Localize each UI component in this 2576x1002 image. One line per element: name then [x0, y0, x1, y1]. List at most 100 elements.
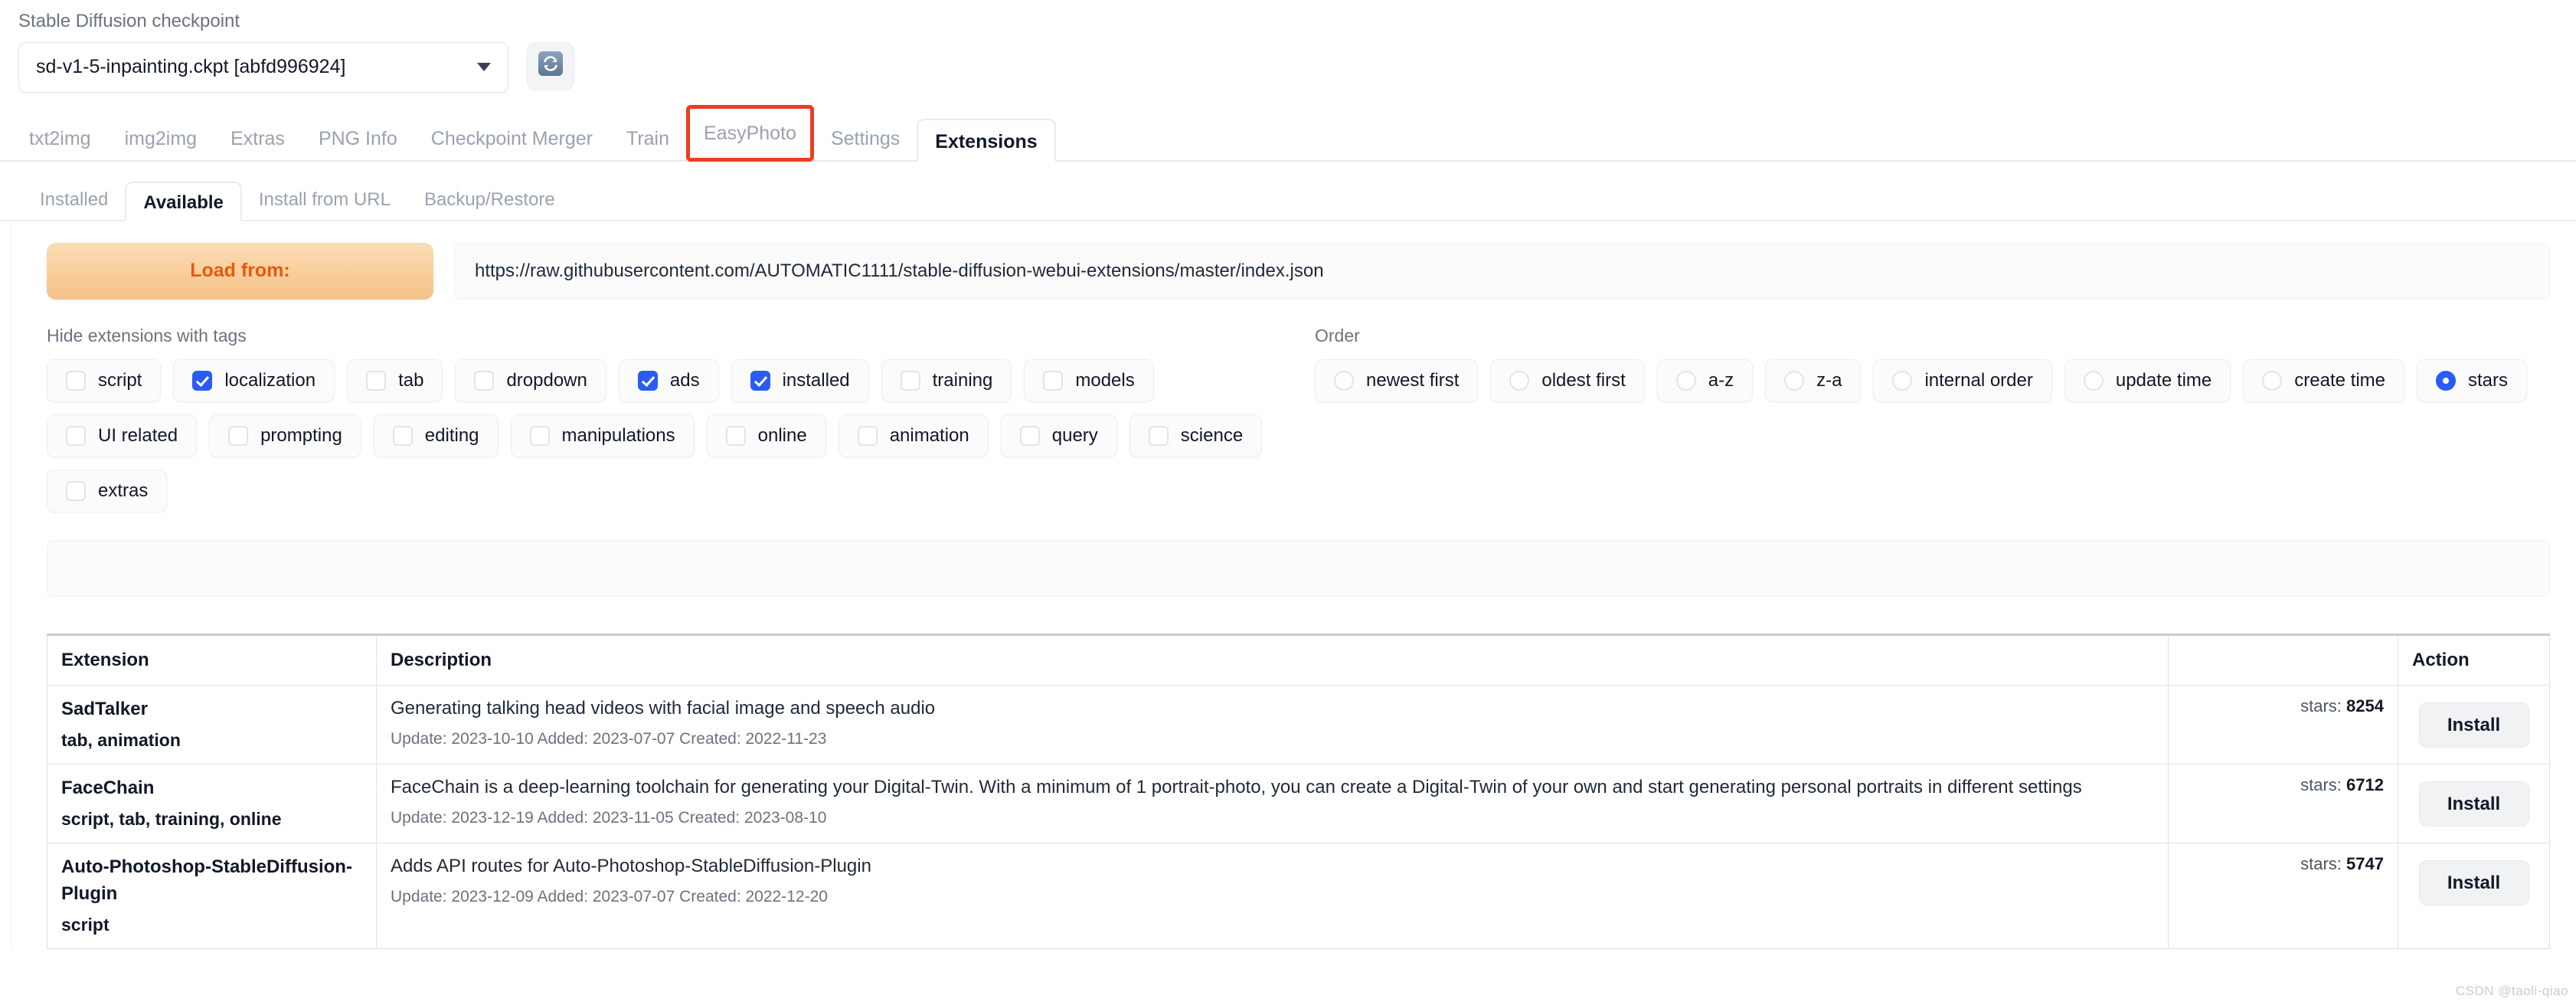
cell-action: Install — [2398, 684, 2550, 765]
checkpoint-bar: Stable Diffusion checkpoint sd-v1-5-inpa… — [0, 0, 2576, 93]
extension-tags: tab, animation — [61, 729, 181, 750]
radio-icon[interactable] — [1784, 370, 1805, 391]
tag-chip-models[interactable]: models — [1024, 359, 1154, 402]
checkbox-icon[interactable] — [1019, 425, 1040, 446]
tab-png-info[interactable]: PNG Info — [302, 117, 414, 160]
col-header-action[interactable]: Action — [2398, 635, 2550, 686]
checkpoint-select[interactable]: sd-v1-5-inpainting.ckpt [abfd996924] — [18, 41, 508, 93]
tag-chip-manipulations[interactable]: manipulations — [510, 414, 695, 457]
checkbox-icon[interactable] — [392, 425, 413, 446]
radio-icon[interactable] — [2083, 370, 2104, 391]
tab-checkpoint-merger[interactable]: Checkpoint Merger — [414, 117, 610, 160]
subtab-installed[interactable]: Installed — [23, 180, 125, 220]
radio-icon[interactable] — [1892, 370, 1913, 391]
order-label-text: a-z — [1708, 369, 1734, 391]
subtab-install-from-url[interactable]: Install from URL — [242, 180, 407, 220]
checkbox-icon[interactable] — [725, 425, 746, 446]
tag-chip-script[interactable]: script — [47, 359, 162, 402]
checkbox-icon[interactable] — [474, 370, 495, 391]
checkbox-icon[interactable] — [66, 480, 86, 501]
checkpoint-value: sd-v1-5-inpainting.ckpt [abfd996924] — [36, 56, 346, 78]
tag-chip-animation[interactable]: animation — [838, 414, 989, 457]
checkbox-icon[interactable] — [366, 370, 387, 391]
order-chip-internal-order[interactable]: internal order — [1873, 359, 2052, 402]
tag-chip-extras[interactable]: extras — [47, 469, 168, 512]
col-header-stars[interactable] — [2168, 635, 2398, 686]
radio-icon[interactable] — [2436, 370, 2456, 391]
tab-txt2img[interactable]: txt2img — [12, 117, 108, 160]
install-button[interactable]: Install — [2418, 860, 2529, 905]
checkbox-icon[interactable] — [637, 370, 658, 391]
tag-chip-localization[interactable]: localization — [173, 359, 335, 402]
extension-description: Adds API routes for Auto-Photoshop-Stabl… — [391, 856, 871, 877]
radio-icon[interactable] — [2262, 370, 2283, 391]
cell-extension: SadTalker tab, animation — [47, 684, 377, 765]
order-chip-create-time[interactable]: create time — [2243, 359, 2404, 402]
extensions-table-wrap: Extension Description Action SadTalker t… — [47, 633, 2550, 950]
available-panel: Load from: https://raw.githubusercontent… — [11, 221, 2564, 950]
checkbox-icon[interactable] — [1148, 425, 1169, 446]
subtab-backup-restore[interactable]: Backup/Restore — [407, 180, 572, 220]
tag-label: science — [1180, 424, 1244, 446]
tab-easyphoto[interactable]: EasyPhoto — [686, 104, 814, 162]
order-chips: newest first oldest first a-z z-a intern… — [1315, 359, 2550, 402]
tag-chip-science[interactable]: science — [1129, 414, 1263, 457]
tab-settings[interactable]: Settings — [814, 117, 917, 160]
checkbox-icon[interactable] — [228, 425, 249, 446]
checkbox-icon[interactable] — [857, 425, 878, 446]
radio-icon[interactable] — [1675, 370, 1696, 391]
tag-label: installed — [782, 369, 850, 391]
tag-chip-ads[interactable]: ads — [618, 359, 719, 402]
status-placeholder-box — [47, 539, 2550, 597]
radio-icon[interactable] — [1509, 370, 1530, 391]
checkbox-icon[interactable] — [900, 370, 920, 391]
tab-train[interactable]: Train — [610, 117, 686, 160]
load-from-button[interactable]: Load from: — [47, 242, 433, 300]
install-button[interactable]: Install — [2418, 702, 2529, 747]
refresh-checkpoints-button[interactable] — [527, 41, 574, 90]
order-chip-z-a[interactable]: z-a — [1765, 359, 1862, 402]
order-chip-oldest-first[interactable]: oldest first — [1490, 359, 1645, 402]
tag-chip-online[interactable]: online — [706, 414, 826, 457]
refresh-icon — [538, 51, 564, 80]
tag-chip-query[interactable]: query — [1000, 414, 1117, 457]
load-from-url-input[interactable]: https://raw.githubusercontent.com/AUTOMA… — [454, 242, 2550, 300]
subtab-available[interactable]: Available — [125, 181, 242, 221]
extension-dates: Update: 2023-12-19 Added: 2023-11-05 Cre… — [391, 809, 827, 827]
install-button[interactable]: Install — [2418, 781, 2529, 826]
checkbox-icon[interactable] — [66, 370, 86, 391]
tag-chip-tab[interactable]: tab — [347, 359, 443, 402]
col-header-extension[interactable]: Extension — [47, 635, 377, 686]
load-from-row: Load from: https://raw.githubusercontent… — [11, 242, 2564, 300]
order-label-text: update time — [2115, 369, 2212, 391]
checkbox-icon[interactable] — [750, 370, 770, 391]
tag-label: online — [757, 424, 807, 446]
checkbox-icon[interactable] — [192, 370, 213, 391]
extension-name: Auto-Photoshop-StableDiffusion-Plugin — [61, 856, 352, 904]
tag-chip-training[interactable]: training — [881, 359, 1012, 402]
order-chip-stars[interactable]: stars — [2417, 359, 2528, 402]
order-chip-update-time[interactable]: update time — [2064, 359, 2231, 402]
order-label-text: z-a — [1816, 369, 1842, 391]
checkbox-icon[interactable] — [66, 425, 86, 446]
checkbox-icon[interactable] — [1043, 370, 1064, 391]
tag-label: manipulations — [561, 424, 675, 446]
tab-extras[interactable]: Extras — [214, 117, 302, 160]
tag-label: models — [1075, 369, 1135, 391]
checkbox-icon[interactable] — [529, 425, 550, 446]
radio-icon[interactable] — [1334, 370, 1354, 391]
order-chip-a-z[interactable]: a-z — [1656, 359, 1754, 402]
tab-extensions[interactable]: Extensions — [917, 118, 1056, 162]
tag-chip-prompting[interactable]: prompting — [209, 414, 361, 457]
stars-value: 5747 — [2346, 854, 2384, 874]
col-header-description[interactable]: Description — [376, 635, 2169, 686]
order-chip-newest-first[interactable]: newest first — [1315, 359, 1479, 402]
stars-label: stars: — [2300, 854, 2342, 874]
tab-img2img[interactable]: img2img — [108, 117, 214, 160]
tag-chip-ui-related[interactable]: UI related — [47, 414, 198, 457]
tag-chip-installed[interactable]: installed — [731, 359, 869, 402]
tag-chip-editing[interactable]: editing — [373, 414, 499, 457]
tag-chip-dropdown[interactable]: dropdown — [455, 359, 606, 402]
table-header-row: Extension Description Action — [47, 635, 2550, 686]
watermark: CSDN @taoli-qiao — [2455, 984, 2568, 998]
